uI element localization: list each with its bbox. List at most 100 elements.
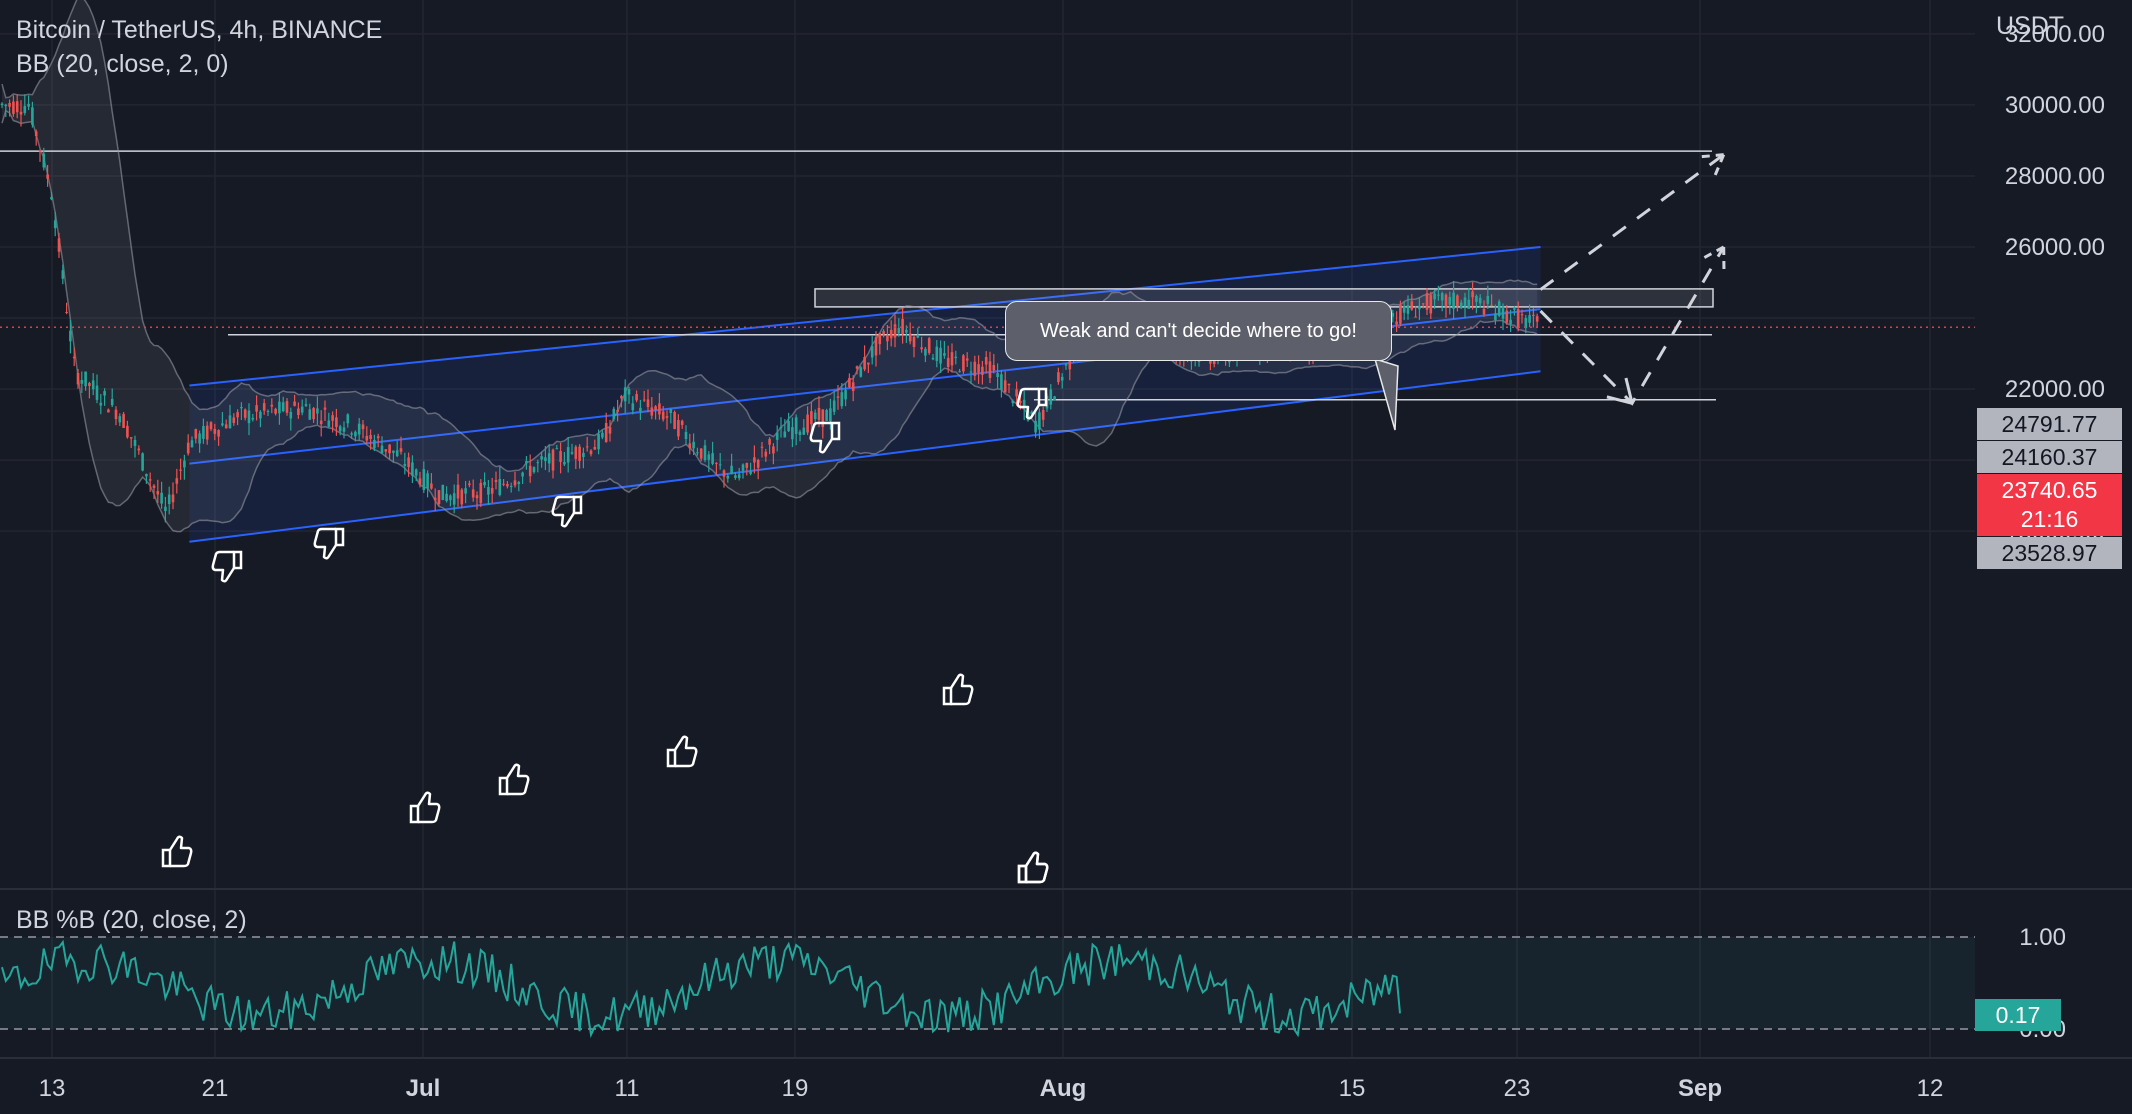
candle-body <box>171 494 175 503</box>
candle-body <box>392 450 395 453</box>
candle-body <box>1041 409 1045 420</box>
chart-root[interactable]: 32000.00 30000.00 28000.00 26000.00 22000.00… <box>0 0 2132 1114</box>
candle-body <box>1429 295 1433 314</box>
candle-body <box>1535 316 1539 322</box>
thumb-hand <box>673 735 698 768</box>
candle-body <box>1513 308 1516 310</box>
candle-body <box>202 426 205 439</box>
candle-body <box>433 497 437 501</box>
time-axis-label: 15 <box>1339 1075 1366 1102</box>
candle-body <box>1414 316 1417 318</box>
candle-body <box>665 416 669 418</box>
thumbs-up-icon[interactable] <box>161 835 193 868</box>
candle-body <box>608 427 612 434</box>
candle-body <box>905 329 908 333</box>
candle-body <box>589 450 593 455</box>
candle-body <box>449 495 452 501</box>
candle-body <box>984 357 988 365</box>
candle-body <box>1000 374 1003 390</box>
candle-body <box>1015 389 1018 397</box>
candle-body <box>836 396 840 398</box>
candle-body <box>213 428 217 434</box>
bb-percent-b-tick: 1.00 <box>2019 924 2066 951</box>
candle-body <box>1057 372 1060 383</box>
candle-body <box>0 103 4 106</box>
bollinger-bands-legend[interactable]: BB (20, close, 2, 0) <box>16 50 229 79</box>
thumbs-down-icon[interactable] <box>211 550 243 583</box>
candle-body <box>418 478 422 485</box>
candle-body <box>141 453 144 471</box>
thumbs-up-icon[interactable] <box>942 673 974 706</box>
candle-body <box>468 483 471 486</box>
bb-percent-b-value-badge: 0.17 <box>1975 999 2061 1031</box>
candle-body <box>631 403 635 411</box>
candle-body <box>34 131 38 137</box>
candle-body <box>183 460 186 468</box>
candle-body <box>620 396 623 399</box>
candle-body <box>855 366 859 369</box>
candle-body <box>859 367 863 377</box>
thumbs-up-icon[interactable] <box>666 735 698 768</box>
candle-body <box>69 330 72 342</box>
thumb-cuff <box>232 550 243 570</box>
candle-body <box>145 473 148 477</box>
candle-body <box>848 377 851 387</box>
candle-body <box>943 353 946 356</box>
projection-path <box>1539 153 1725 291</box>
candle-body <box>335 417 338 428</box>
thumbs-down-icon[interactable] <box>313 527 345 560</box>
candle-body <box>893 324 897 338</box>
candle-body <box>722 470 726 477</box>
candle-body <box>251 417 255 420</box>
time-axis-label: Jul <box>406 1075 441 1102</box>
candle-body <box>1444 294 1448 307</box>
candle-body <box>737 474 741 479</box>
candle-body <box>129 437 133 439</box>
candle-body <box>80 379 84 384</box>
candle-body <box>1463 297 1467 307</box>
candle-body <box>992 364 996 371</box>
candle-body <box>935 346 939 361</box>
symbol-title[interactable]: Bitcoin / TetherUS, 4h, BINANCE <box>16 16 382 45</box>
candle-body <box>42 153 46 168</box>
candle-body <box>532 467 536 473</box>
candle-body <box>1505 310 1509 323</box>
candle-body <box>1497 301 1501 316</box>
candle-body <box>673 412 676 430</box>
candle-body <box>658 403 661 415</box>
candle-body <box>289 412 293 419</box>
time-axis-label: 21 <box>202 1075 229 1102</box>
thumbs-up-icon[interactable] <box>1017 851 1049 884</box>
candle-body <box>1509 319 1512 325</box>
thumb-hand <box>949 673 974 706</box>
chart-canvas[interactable]: 32000.0030000.0028000.0026000.0022000.00… <box>0 0 2132 1114</box>
annotation-callout[interactable]: Weak and can't decide where to go! <box>1005 301 1392 361</box>
candle-body <box>84 371 87 387</box>
candle-body <box>224 424 228 429</box>
candle-body <box>1433 293 1436 300</box>
candle-body <box>107 409 110 413</box>
thumb-cuff <box>161 848 172 868</box>
candle-body <box>327 420 331 427</box>
candle-body <box>897 328 901 334</box>
candle-body <box>1034 420 1037 433</box>
bb-percent-b-legend[interactable]: BB %B (20, close, 2) <box>16 906 247 935</box>
candle-body <box>950 352 954 366</box>
candle-body <box>874 337 878 356</box>
candle-body <box>464 488 467 494</box>
candle-body <box>870 346 874 358</box>
thumb-hand <box>505 763 530 796</box>
candle-body <box>1452 292 1455 309</box>
candle-body <box>255 405 258 412</box>
candle-body <box>175 478 179 484</box>
candle-body <box>680 420 684 425</box>
candle-body <box>232 417 236 423</box>
candle-body <box>555 448 559 450</box>
thumbs-up-icon[interactable] <box>409 791 441 824</box>
candle-body <box>863 357 866 370</box>
candle-body <box>813 412 817 420</box>
candle-body <box>1490 304 1493 306</box>
candle-body <box>114 409 118 420</box>
candle-body <box>718 464 722 466</box>
thumbs-up-icon[interactable] <box>498 763 530 796</box>
